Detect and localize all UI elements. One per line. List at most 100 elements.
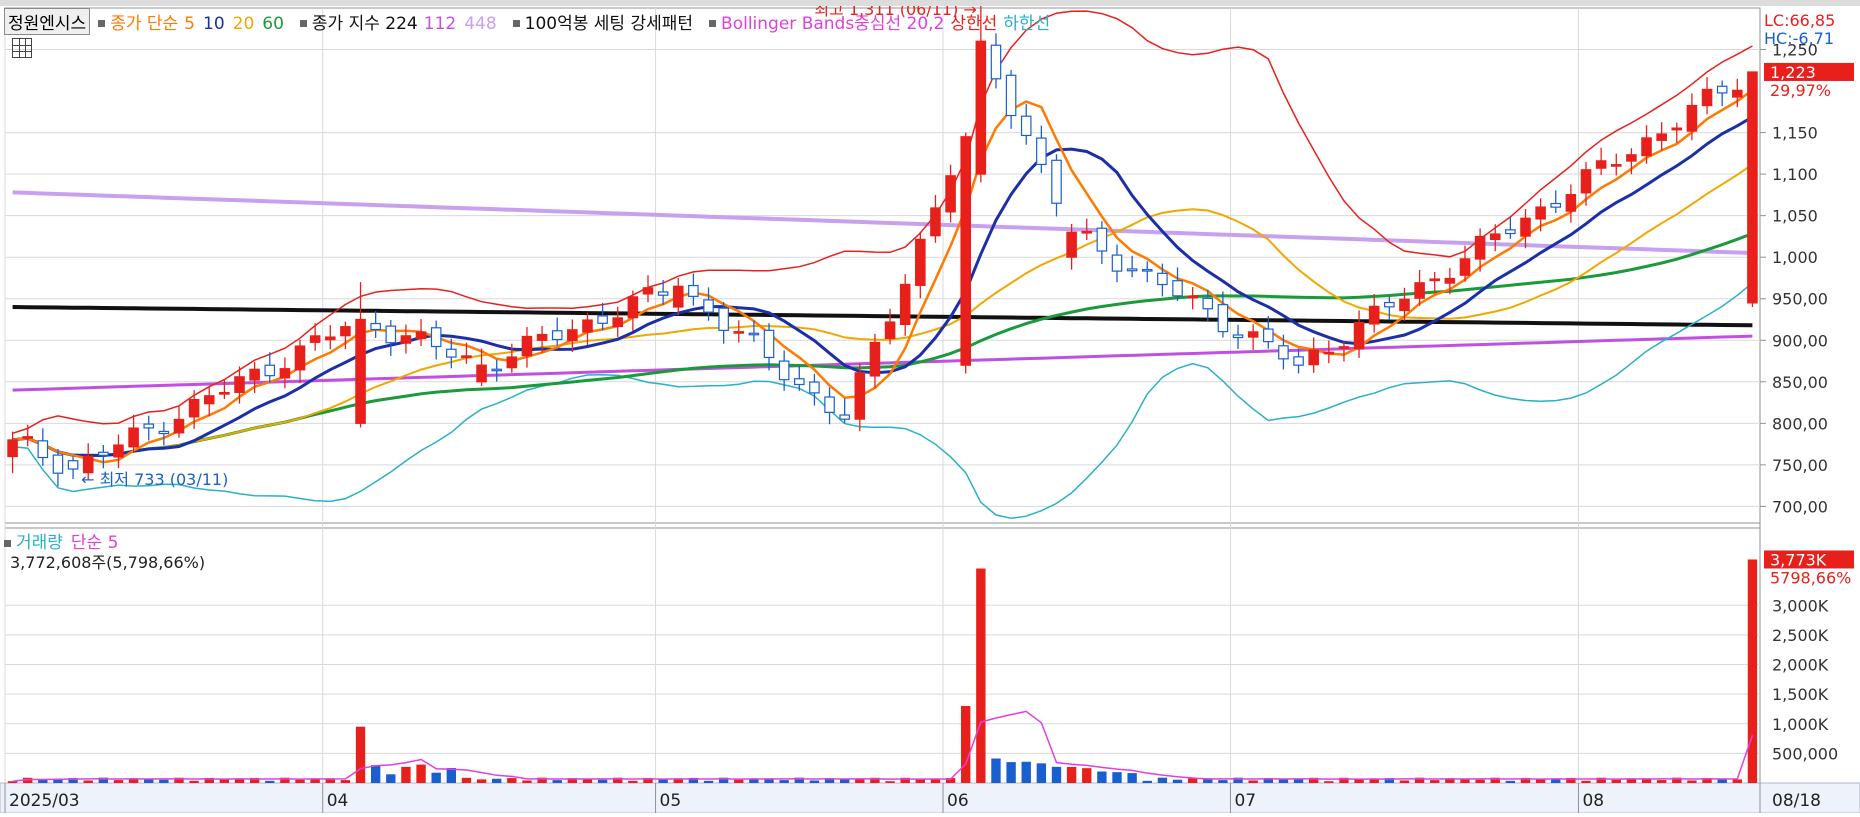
candle-body	[279, 368, 291, 379]
ma-10: 10	[203, 13, 225, 34]
price-tick-label: 950,00	[1772, 290, 1828, 309]
candle-body	[1278, 345, 1289, 360]
candle-body	[1232, 334, 1244, 339]
candle-body	[748, 332, 760, 336]
volume-bar	[416, 764, 426, 783]
stock-chart[interactable]: 700,00 750,00 800,00 850,00 900,00 950,00 1,00…	[0, 0, 1860, 814]
volume-bar	[1354, 779, 1364, 783]
candle-body	[582, 319, 593, 333]
candle-body	[1429, 278, 1441, 282]
x-axis-bar	[0, 782, 1860, 814]
candle-body	[385, 325, 397, 344]
candle-body	[1020, 115, 1032, 137]
volume-bar	[915, 779, 926, 783]
long-ma-title: 종가 지수 224	[311, 13, 418, 34]
bb-legend[interactable]: Bollinger Bands중심선 20,2 상한선 하한선	[709, 9, 1058, 34]
ma-20: 20	[232, 13, 255, 34]
volume-bar	[522, 780, 532, 783]
candle-body	[491, 368, 502, 372]
candle-body	[778, 360, 790, 381]
volume-bar	[1187, 778, 1198, 783]
candle-body	[824, 396, 835, 413]
chart-canvas[interactable]: 700,00 750,00 800,00 850,00 900,00 950,00 1,00…	[0, 0, 1860, 814]
candle-body	[1217, 304, 1229, 333]
candle-body	[1716, 85, 1728, 94]
volume-bar	[340, 780, 351, 783]
candle-body	[1732, 89, 1743, 98]
candle-body	[854, 372, 866, 420]
volume-bar	[1006, 762, 1016, 783]
candle-body	[1595, 160, 1607, 169]
volume-bar	[265, 780, 275, 783]
candle-body	[1565, 194, 1577, 212]
candle-body	[960, 136, 972, 366]
ma-legend[interactable]: 종가 단순 5 10 20 60	[98, 9, 292, 34]
candle-body	[1187, 295, 1198, 299]
long-ma-legend[interactable]: 종가 지수 224 112 448	[299, 9, 505, 34]
candle-body	[203, 395, 215, 405]
volume-bar	[1611, 779, 1621, 783]
x-tick-label: 04	[327, 791, 349, 811]
candle-body	[1202, 297, 1214, 310]
candle-body	[1459, 258, 1471, 276]
volume-bar	[1172, 779, 1183, 783]
volume-current-pct: 5798,66%	[1770, 568, 1851, 587]
ma-448: 448	[464, 13, 497, 34]
candle-body	[1005, 74, 1017, 117]
volume-bar	[492, 778, 502, 783]
candle-body	[1081, 230, 1093, 234]
candle-body	[143, 423, 155, 429]
candle-body	[1263, 328, 1274, 343]
volume-bar	[855, 779, 865, 783]
stock-name-button[interactable]: 정원엔시스	[4, 7, 91, 35]
volume-panel	[4, 527, 1761, 784]
candle-body	[657, 291, 669, 296]
table-grid-icon[interactable]	[12, 38, 32, 58]
volume-bar	[779, 780, 789, 783]
volume-tick-label: 500,000	[1772, 744, 1838, 763]
price-tick-label: 850,00	[1772, 373, 1828, 392]
candle-body	[733, 331, 745, 334]
candle-body	[884, 321, 896, 339]
volume-bar	[1475, 779, 1485, 783]
candle-body	[1036, 137, 1047, 166]
candle-body	[1535, 206, 1546, 220]
volume-bar	[1293, 779, 1304, 783]
volume-bar	[1505, 780, 1516, 783]
price-tick-label: 800,00	[1772, 414, 1828, 433]
volume-bar	[113, 780, 124, 783]
price-tick-label: 900,00	[1772, 331, 1828, 350]
bb-lower-label: 하한선	[1003, 13, 1051, 34]
candle-body	[703, 299, 714, 313]
candle-body	[158, 430, 170, 435]
candle-body	[521, 335, 533, 357]
candle-body	[355, 318, 366, 424]
candle-body	[1126, 268, 1138, 272]
volume-bar	[991, 758, 1001, 783]
candle-body	[1399, 298, 1410, 312]
x-tick-label: 05	[660, 791, 682, 811]
volume-bar	[1066, 766, 1077, 783]
candle-body	[1111, 254, 1123, 272]
volume-bar	[431, 772, 441, 783]
current-price-text: 1,223	[1770, 63, 1816, 82]
volume-bar	[386, 774, 396, 783]
candle-body	[1384, 301, 1395, 308]
volume-bar	[885, 781, 895, 783]
x-end-label: 08/18	[1772, 791, 1821, 811]
volume-current-text: 3,773K	[1770, 550, 1827, 569]
candle-body	[1444, 277, 1456, 284]
candle-body	[930, 207, 941, 237]
low-annotation: ← 최저 733 (03/11)	[81, 470, 228, 489]
volume-bar	[1581, 780, 1591, 783]
top-tab-strip	[0, 0, 1860, 6]
volume-value: 3,772,608주(5,798,66%)	[10, 553, 206, 572]
pattern-legend[interactable]: 100억봉 세팅 강세패턴	[512, 9, 701, 34]
candle-body	[340, 326, 351, 337]
candle-body	[98, 451, 109, 456]
volume-bar	[1051, 766, 1062, 783]
volume-tick-label: 3,000K	[1772, 596, 1829, 615]
bb-center-label: Bollinger Bands중심선 20,2	[721, 13, 945, 34]
volume-bar	[1732, 779, 1742, 783]
candle-body	[1338, 346, 1350, 349]
